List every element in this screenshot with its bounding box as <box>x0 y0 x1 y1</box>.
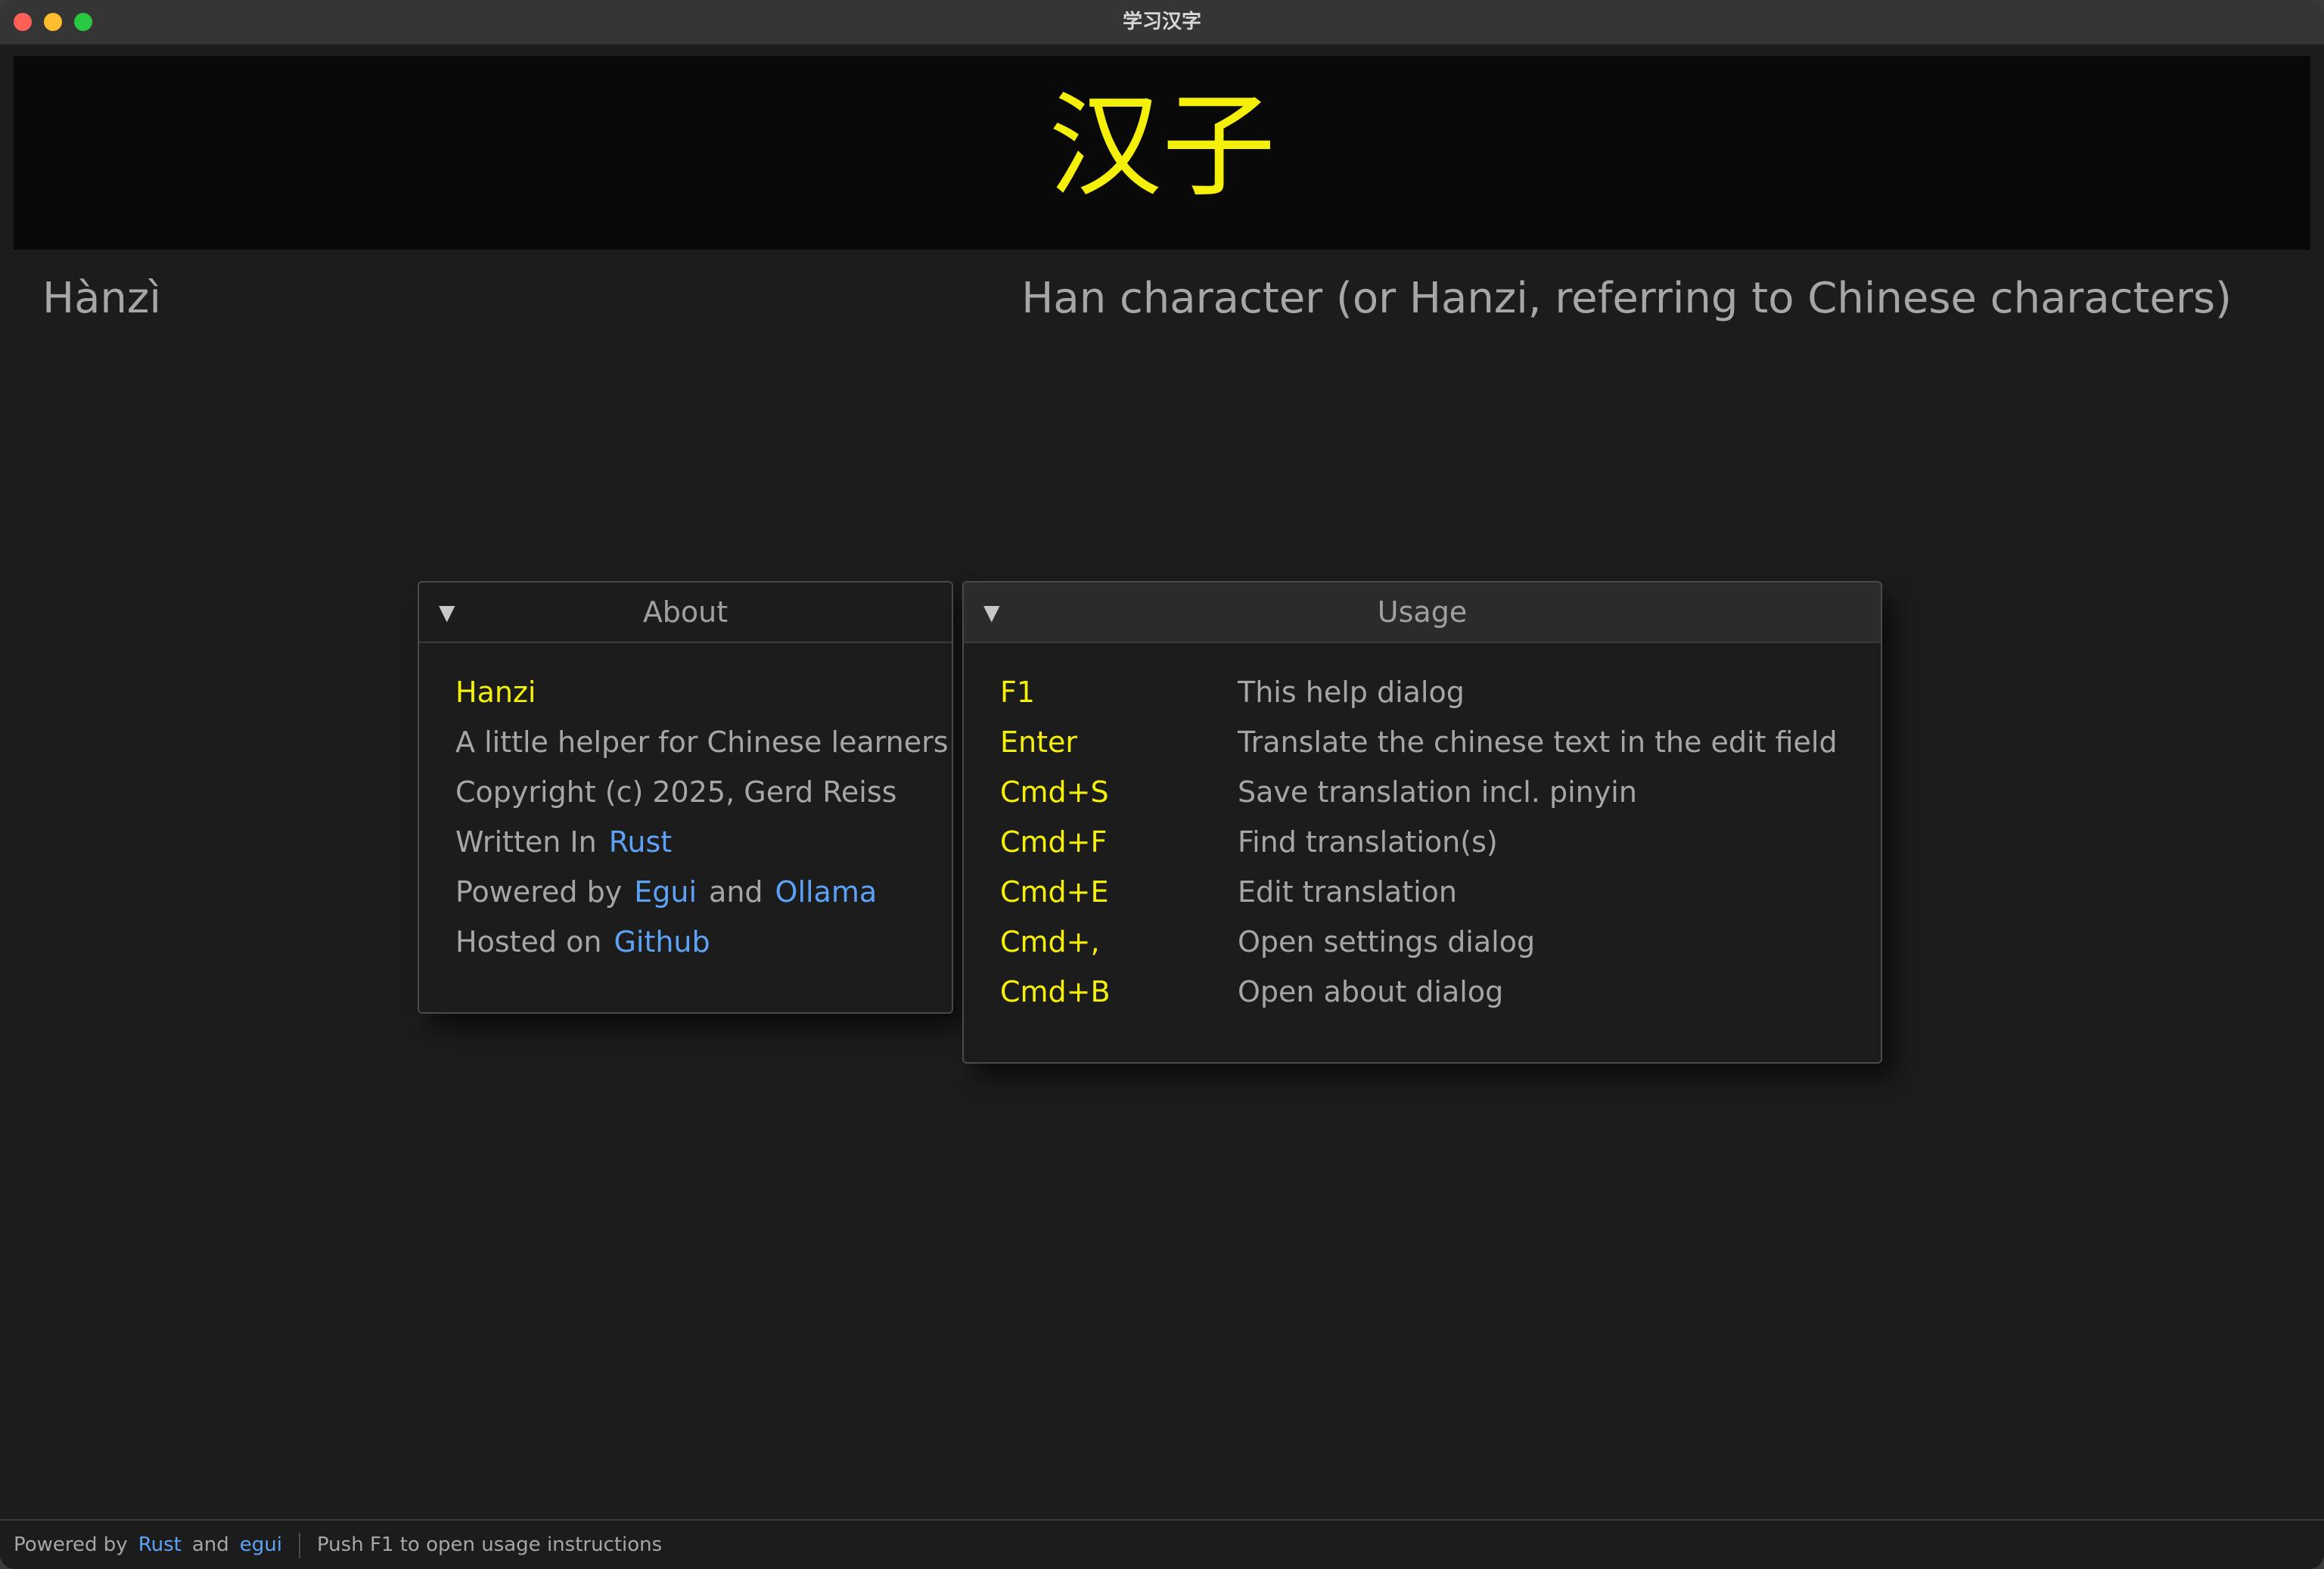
shortcut-key: Cmd+F <box>1000 825 1108 859</box>
ollama-link[interactable]: Ollama <box>775 875 878 909</box>
chinese-character-text: 汉子 <box>1048 81 1275 213</box>
github-link[interactable]: Github <box>614 925 710 958</box>
shortcut-key: Cmd+E <box>1000 875 1109 909</box>
written-in-row: Written In Rust <box>455 817 949 867</box>
shortcut-description: Open settings dialog <box>1238 925 1536 958</box>
shortcut-key: Cmd+S <box>1000 775 1109 809</box>
status-rust-link[interactable]: Rust <box>138 1533 182 1556</box>
about-window-title: About <box>642 595 729 629</box>
usage-window: ▼ Usage F1 This help dialog Enter Transl… <box>962 581 1882 1064</box>
powered-by-label: Powered by <box>455 875 623 909</box>
shortcut-description: Find translation(s) <box>1238 825 1498 859</box>
status-bar-content: Powered by Rust and egui Push F1 to open usa… <box>14 1521 662 1569</box>
character-display: 汉子 <box>14 56 2310 250</box>
powered-by-row: Powered by Egui and Ollama <box>455 867 949 917</box>
shortcut-key: Cmd+, <box>1000 925 1100 958</box>
translation-text: Han character (or Hanzi, referring to Ch… <box>1021 274 2232 323</box>
shortcut-description: This help dialog <box>1238 676 1465 709</box>
about-window: ▼ About Hanzi A little helper for Chines… <box>418 581 953 1014</box>
hosted-on-row: Hosted on Github <box>455 917 949 967</box>
status-separator <box>298 1532 300 1558</box>
usage-window-header[interactable]: ▼ Usage <box>964 583 1881 643</box>
egui-link[interactable]: Egui <box>634 875 697 909</box>
about-content: Hanzi A little helper for Chinese learne… <box>455 667 949 967</box>
status-and-text: and <box>191 1533 229 1556</box>
shortcut-key: F1 <box>1000 676 1036 709</box>
about-window-header[interactable]: ▼ About <box>419 583 952 643</box>
app-tagline: A little helper for Chinese learners <box>455 725 949 759</box>
status-powered-by-label: Powered by <box>14 1533 128 1556</box>
app-name: Hanzi <box>455 676 536 709</box>
shortcut-description: Edit translation <box>1238 875 1457 909</box>
shortcut-description: Translate the chinese text in the edit f… <box>1238 725 1838 759</box>
status-egui-link[interactable]: egui <box>240 1533 282 1556</box>
app-window: 学习汉字 汉子 Hànzì Han character (or Hanzi, r… <box>0 0 2324 1569</box>
pinyin-text: Hànzì <box>42 274 161 323</box>
shortcut-description: Save translation incl. pinyin <box>1238 775 1637 809</box>
copyright-text: Copyright (c) 2025, Gerd Reiss <box>455 775 897 809</box>
status-bar: Powered by Rust and egui Push F1 to open usa… <box>0 1519 2324 1569</box>
usage-window-title: Usage <box>1377 595 1468 629</box>
rust-link[interactable]: Rust <box>609 825 672 859</box>
hosted-on-label: Hosted on <box>455 925 602 958</box>
status-hint-text: Push F1 to open usage instructions <box>316 1533 663 1556</box>
title-bar[interactable]: 学习汉字 <box>0 0 2324 45</box>
window-title: 学习汉字 <box>1122 11 1201 33</box>
shortcut-description: Open about dialog <box>1238 975 1504 1008</box>
written-in-label: Written In <box>455 825 597 859</box>
shortcut-key: Enter <box>1000 725 1077 759</box>
and-text: and <box>709 875 763 909</box>
shortcut-key: Cmd+B <box>1000 975 1111 1008</box>
